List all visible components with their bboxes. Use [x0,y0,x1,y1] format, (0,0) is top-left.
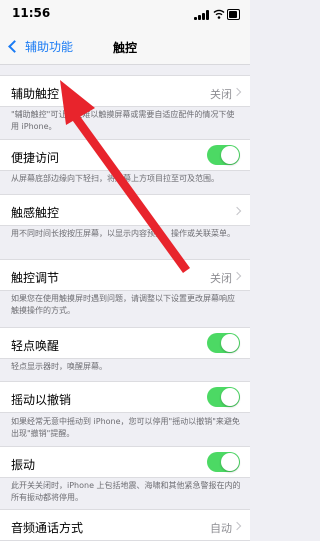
row-vibration: 振动 [0,446,250,478]
footnote-haptic-touch: 用不同时间长按按压屏幕，以显示内容预览、操作或关联菜单。 [11,229,235,238]
toggle-knob [221,146,239,164]
status-icons [194,8,240,20]
row-value: 关闭 [210,272,232,285]
battery-icon [227,9,240,20]
wifi-icon [213,9,225,19]
row-shake-to-undo: 摇动以撤销 [0,381,250,413]
toggle-knob [221,453,239,471]
row-label: 摇动以撤销 [11,393,72,407]
toggle-knob [221,388,239,406]
row-label: 触感触控 [11,206,60,220]
row-label: 便捷访问 [11,151,60,165]
signal-icon [194,10,210,20]
row-reachability: 便捷访问 [0,139,250,171]
row-haptic-touch[interactable]: 触感触控 [0,194,250,226]
toggle-knob [221,334,239,352]
row-label: 振动 [11,458,36,472]
chevron-right-icon [232,521,242,531]
vibration-toggle[interactable] [207,452,240,472]
row-value: 自动 [210,522,232,535]
footnote-assistive-touch: "辅助触控"可让您在难以触摸屏幕或需要自适应配件的情况下使用 iPhone。 [11,110,235,131]
tap-to-wake-toggle[interactable] [207,333,240,353]
nav-bar: 辅助功能 触控 [0,28,250,65]
footnote-tap-to-wake: 轻点显示器时，唤醒屏幕。 [11,362,107,371]
chevron-right-icon [232,87,242,97]
row-label: 触控调节 [11,271,60,285]
page-title: 触控 [112,41,137,55]
status-bar: 11:56 [0,0,250,28]
row-assistive-touch[interactable]: 辅助触控 关闭 [0,75,250,107]
row-touch-accommodations[interactable]: 触控调节 关闭 [0,259,250,291]
row-label: 轻点唤醒 [11,339,60,353]
row-label: 音频通话方式 [11,521,84,535]
reachability-toggle[interactable] [207,145,240,165]
shake-to-undo-toggle[interactable] [207,387,240,407]
row-label: 辅助触控 [11,87,60,101]
footnote-vibration: 此开关关闭时，iPhone 上包括地震、海啸和其他紧急警报在内的所有振动都将停用… [11,481,241,502]
row-value: 关闭 [210,88,232,101]
footnote-reachability: 从屏幕底部边缘向下轻扫，将屏幕上方项目拉至可及范围。 [11,174,219,183]
chevron-right-icon [232,206,242,216]
footnote-touch-accommodations: 如果您在使用触摸屏时遇到问题，请调整以下设置更改屏幕响应触摸操作的方式。 [11,294,235,315]
row-tap-to-wake: 轻点唤醒 [0,327,250,359]
status-time: 11:56 [12,6,51,20]
footnote-shake-to-undo: 如果经常无意中摇动到 iPhone，您可以停用"摇动以撤销"来避免出现"撤销"提… [11,417,240,438]
chevron-right-icon [232,271,242,281]
row-call-audio-routing[interactable]: 音频通话方式 自动 [0,509,250,541]
